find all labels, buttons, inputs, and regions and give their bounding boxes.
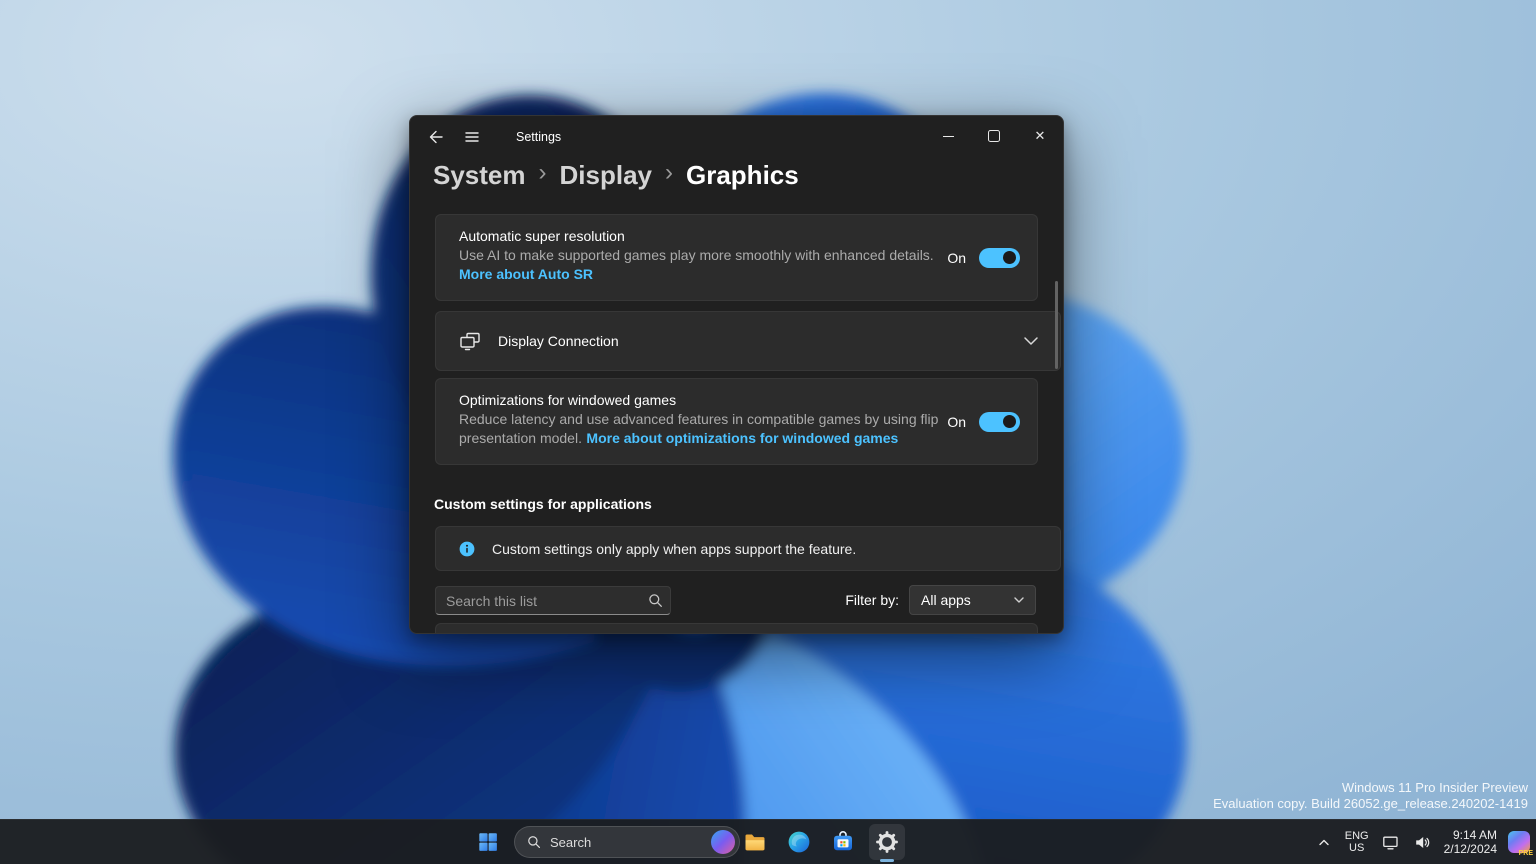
filter-dropdown-value: All apps: [921, 592, 971, 608]
search-icon: [528, 836, 541, 849]
active-app-indicator: [880, 859, 894, 862]
auto-sr-card: Automatic super resolution Use AI to mak…: [435, 214, 1038, 301]
tray-time: 9:14 AM: [1452, 828, 1497, 842]
toggle-knob: [1003, 251, 1016, 264]
tray-date: 2/12/2024: [1443, 842, 1497, 856]
microsoft-store-icon: [834, 831, 852, 851]
hamburger-icon: [465, 132, 479, 142]
titlebar[interactable]: Settings ✕: [410, 116, 1063, 158]
speaker-icon: [1415, 836, 1429, 848]
maximize-icon: [988, 130, 1000, 142]
section-header: Custom settings for applications: [434, 496, 652, 512]
windowed-games-link[interactable]: More about optimizations for windowed ga…: [586, 430, 898, 446]
info-icon: [459, 541, 475, 556]
display-connection-icon: [460, 332, 480, 351]
breadcrumb-system[interactable]: System: [433, 160, 526, 191]
settings-app-button[interactable]: [869, 824, 905, 860]
auto-sr-link[interactable]: More about Auto SR: [459, 266, 593, 282]
tray-clock[interactable]: 9:14 AM 2/12/2024: [1444, 828, 1497, 856]
scrollbar-thumb[interactable]: [1055, 281, 1058, 369]
taskbar: Search ENG US 9:14 AM 2/12/2024 PRE: [0, 819, 1536, 864]
microsoft-store-button[interactable]: [825, 824, 861, 860]
edge-icon: [788, 831, 810, 853]
infobar: Custom settings only apply when apps sup…: [435, 526, 1061, 571]
network-button[interactable]: [1380, 832, 1401, 853]
minimize-icon: [942, 135, 954, 137]
file-explorer-button[interactable]: [737, 824, 773, 860]
breadcrumb: System › Display › Graphics: [433, 158, 799, 191]
auto-sr-title: Automatic super resolution: [459, 228, 625, 244]
caption-controls: ✕: [925, 116, 1063, 156]
network-icon: [1382, 836, 1398, 849]
language-line2: US: [1349, 842, 1365, 854]
windows-logo-icon: [479, 833, 497, 851]
chevron-down-icon: [1024, 337, 1038, 345]
toggle-knob: [1003, 415, 1016, 428]
taskbar-search[interactable]: Search: [514, 826, 740, 858]
maximize-button[interactable]: [971, 116, 1017, 156]
gear-icon: [876, 831, 898, 853]
info-text: Custom settings only apply when apps sup…: [492, 540, 857, 557]
auto-sr-toggle-group: On: [947, 247, 1020, 268]
auto-sr-text: Automatic super resolution Use AI to mak…: [459, 227, 934, 284]
settings-window: Settings ✕ System › Display › Graphics A…: [409, 115, 1064, 634]
windowed-games-toggle[interactable]: [979, 411, 1020, 432]
search-highlights-icon: [711, 830, 735, 854]
start-button[interactable]: [470, 824, 506, 860]
filter-by-label: Filter by:: [845, 592, 899, 608]
taskbar-search-label: Search: [550, 834, 592, 850]
windowed-games-title: Optimizations for windowed games: [459, 392, 677, 408]
insider-watermark: Windows 11 Pro Insider Preview Evaluatio…: [1213, 780, 1528, 812]
display-connection-card[interactable]: Display Connection: [435, 311, 1061, 371]
search-icon: [649, 594, 662, 607]
auto-sr-toggle-label: On: [947, 249, 966, 266]
windowed-games-toggle-group: On: [947, 411, 1020, 432]
watermark-line1: Windows 11 Pro Insider Preview: [1341, 780, 1528, 795]
chevron-down-icon: [1014, 597, 1024, 603]
search-list-input[interactable]: [435, 586, 671, 615]
window-title: Settings: [516, 130, 562, 144]
filter-row: Filter by: All apps: [845, 585, 1036, 615]
auto-sr-toggle[interactable]: [979, 247, 1020, 268]
breadcrumb-chevron-icon: ›: [538, 158, 547, 186]
close-button[interactable]: ✕: [1017, 116, 1063, 156]
breadcrumb-display[interactable]: Display: [560, 160, 653, 191]
preview-badge: PRE: [1518, 850, 1533, 857]
copilot-preview-icon[interactable]: PRE: [1508, 831, 1533, 857]
windowed-games-toggle-label: On: [947, 413, 966, 430]
clipped-list-card: [435, 623, 1038, 633]
chevron-up-icon: [1319, 839, 1329, 846]
edge-browser-button[interactable]: [781, 824, 817, 860]
back-arrow-icon: [429, 130, 443, 144]
system-tray: ENG US 9:14 AM 2/12/2024 PRE: [1314, 820, 1533, 864]
volume-button[interactable]: [1412, 832, 1433, 853]
language-line1: ENG: [1344, 830, 1369, 842]
auto-sr-description: Use AI to make supported games play more…: [459, 247, 934, 263]
windowed-games-text: Optimizations for windowed games Reduce …: [459, 391, 951, 448]
close-icon: ✕: [1034, 128, 1046, 143]
search-box: [435, 586, 671, 615]
breadcrumb-graphics: Graphics: [686, 160, 799, 190]
breadcrumb-chevron-icon: ›: [665, 158, 673, 186]
display-connection-title: Display Connection: [498, 333, 619, 349]
windowed-games-card: Optimizations for windowed games Reduce …: [435, 378, 1038, 465]
back-button[interactable]: [418, 121, 454, 153]
language-indicator[interactable]: ENG US: [1345, 830, 1369, 854]
minimize-button[interactable]: [925, 116, 971, 156]
tray-overflow-button[interactable]: [1314, 833, 1334, 851]
file-explorer-icon: [745, 834, 765, 851]
nav-menu-button[interactable]: [454, 121, 490, 153]
watermark-line2: Evaluation copy. Build 26052.ge_release.…: [1213, 796, 1528, 811]
filter-dropdown[interactable]: All apps: [909, 585, 1036, 615]
